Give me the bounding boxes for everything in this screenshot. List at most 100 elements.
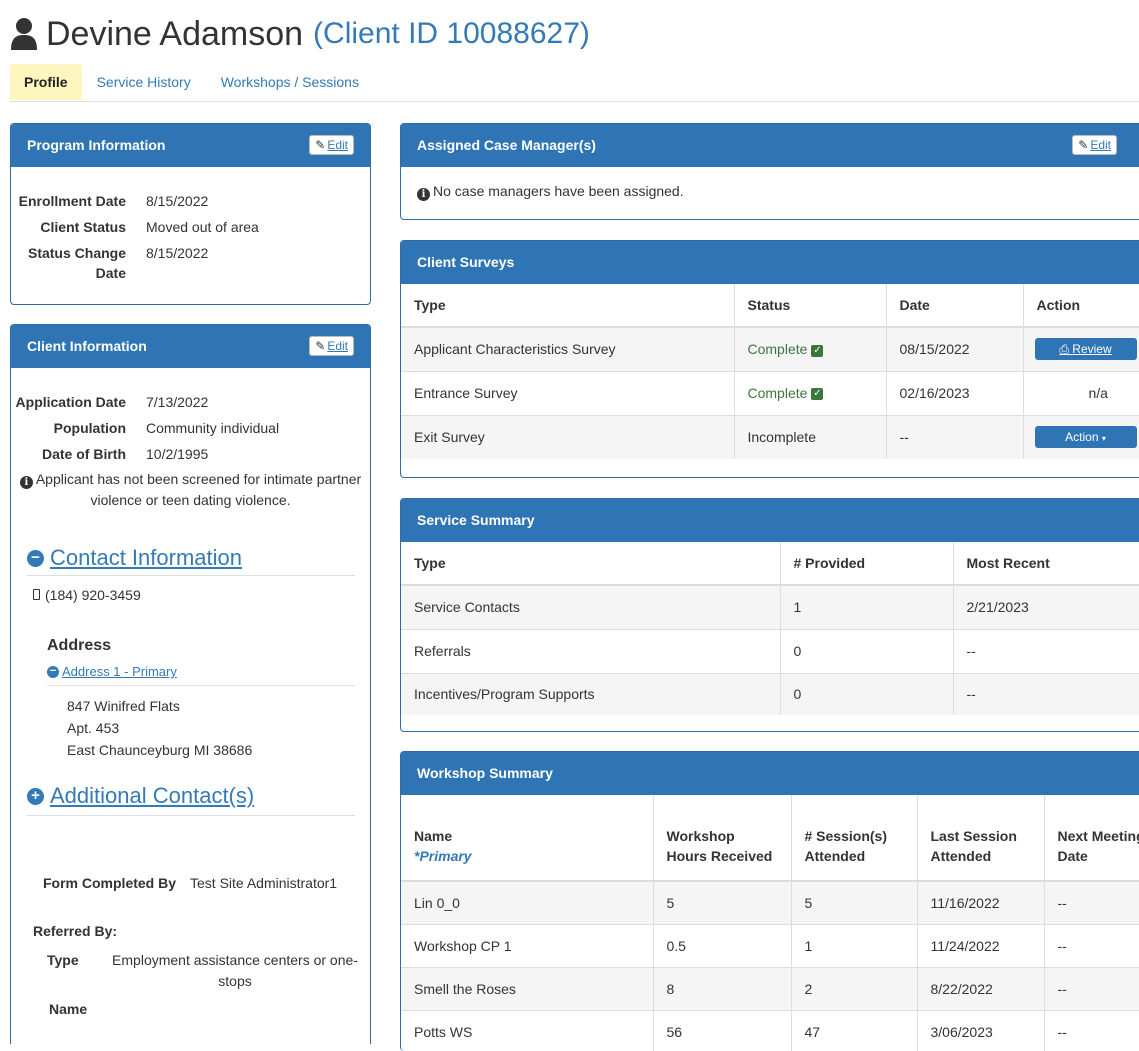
survey-type: Exit Survey (401, 414, 735, 459)
minus-circle-icon: − (47, 665, 59, 678)
service-type: Referrals (401, 628, 781, 673)
workshop-name: Workshop CP 1 (401, 923, 654, 967)
workshop-next: -- (1044, 966, 1139, 1010)
workshop-sessions: 2 (791, 966, 918, 1010)
field-label: Enrollment Date (18, 193, 126, 209)
tab-profile[interactable]: Profile (10, 64, 82, 100)
tab-service-history[interactable]: Service History (82, 64, 206, 100)
panel-title: Client Information (27, 338, 147, 354)
column-header: Name (414, 828, 453, 844)
info-circle-icon: i (417, 188, 430, 201)
column-header-name: Name *Primary (401, 795, 654, 882)
field-label: Date of Birth (42, 446, 126, 462)
workshop-hours: 56 (653, 1009, 792, 1051)
case-managers-notice: i No case managers have been assigned. (401, 167, 1139, 217)
plus-circle-icon: + (27, 787, 44, 805)
field-row: Application Date 7/13/2022 (11, 392, 370, 412)
address-line: Apt. 453 (67, 720, 120, 736)
workshop-next: -- (1044, 923, 1139, 967)
case-managers-panel: Assigned Case Manager(s) ✎ Edit i No case … (400, 123, 1139, 220)
review-label: Review (1072, 342, 1112, 357)
edit-label: Edit (327, 339, 348, 353)
column-header: Workshop Hours Received (653, 795, 792, 882)
action-label: Action (1065, 430, 1099, 445)
address-1-toggle[interactable]: − Address 1 - Primary (47, 664, 355, 679)
table-row: Exit Survey Incomplete -- Action ▾ (401, 414, 1139, 459)
phone-number: (184) 920-3459 (33, 587, 141, 603)
field-label: Client Status (40, 219, 126, 235)
workshop-next: -- (1044, 1009, 1139, 1051)
field-row: Enrollment Date 8/15/2022 (11, 191, 370, 211)
review-button[interactable]: ⎙ Review (1034, 338, 1137, 361)
notice-text: No case managers have been assigned. (433, 183, 684, 199)
edit-case-managers-button[interactable]: ✎ Edit (1072, 135, 1117, 155)
workshop-sessions: 47 (791, 1009, 918, 1051)
workshop-sessions: 1 (791, 923, 918, 967)
service-summary-panel: Service Summary Type # Provided Most Rec… (400, 498, 1139, 732)
column-header: # Provided (780, 542, 954, 586)
check-square-icon: ✓ (811, 388, 824, 401)
panel-title: Service Summary (417, 512, 535, 528)
survey-type: Applicant Characteristics Survey (401, 326, 735, 371)
survey-date: -- (886, 414, 1024, 459)
contact-information-toggle[interactable]: − Contact Information (27, 545, 355, 571)
survey-status: Complete ✓ (734, 326, 887, 371)
table-row: Incentives/Program Supports 0 -- (401, 672, 1139, 715)
survey-status: Complete ✓ (734, 370, 887, 415)
workshop-sessions: 5 (791, 880, 918, 924)
additional-heading: Additional Contact(s) (50, 783, 255, 808)
referred-name-label: Name (49, 1001, 88, 1017)
screening-notice: i Applicant has not been screened for int… (11, 469, 370, 511)
workshop-last: 11/24/2022 (917, 923, 1045, 967)
phone-value: (184) 920-3459 (45, 587, 141, 603)
minus-circle-icon: − (27, 549, 44, 567)
tab-workshops-sessions[interactable]: Workshops / Sessions (206, 64, 374, 100)
check-square-icon: ✓ (811, 344, 824, 357)
address-link: Address 1 - Primary (62, 664, 177, 679)
panel-heading: Program Information ✎ Edit (11, 124, 370, 167)
panel-title: Program Information (27, 137, 166, 153)
edit-program-button[interactable]: ✎ Edit (309, 135, 354, 155)
pencil-icon: ✎ (315, 339, 326, 353)
contact-heading: Contact Information (50, 545, 242, 570)
table-header-row: Name *Primary Workshop Hours Received # … (401, 795, 1139, 882)
workshop-hours: 0.5 (653, 923, 792, 967)
workshop-next: -- (1044, 880, 1139, 924)
column-header: Action (1023, 284, 1139, 328)
address-block: 847 Winifred Flats Apt. 453 East Chaunce… (67, 695, 252, 761)
field-row: Population Community individual (11, 418, 370, 438)
field-label: Status Change Date (27, 245, 126, 281)
column-header: # Session(s) Attended (791, 795, 918, 882)
service-summary-table: Type # Provided Most Recent Service Cont… (401, 542, 1139, 715)
client-information-panel: Client Information ✎ Edit Application Dat… (10, 324, 371, 1044)
panel-heading: Client Information ✎ Edit (11, 325, 370, 368)
service-provided: 0 (780, 672, 954, 715)
additional-contacts-toggle[interactable]: + Additional Contact(s) (27, 783, 355, 809)
survey-date: 08/15/2022 (886, 326, 1024, 371)
service-type: Incentives/Program Supports (401, 672, 781, 715)
workshop-name: Potts WS (401, 1009, 654, 1051)
workshop-summary-table: Name *Primary Workshop Hours Received # … (401, 795, 1139, 1051)
edit-client-button[interactable]: ✎ Edit (309, 336, 354, 356)
status-text: Complete (747, 385, 808, 401)
address-line: East Chaunceyburg MI 38686 (67, 742, 253, 758)
client-name: Devine Adamson (46, 14, 304, 53)
table-row: Service Contacts 1 2/21/2023 (401, 584, 1139, 629)
panel-title: Assigned Case Manager(s) (417, 137, 596, 153)
form-completed-by: Form Completed By Test Site Administrato… (43, 875, 337, 891)
panel-title: Client Surveys (417, 254, 515, 270)
service-recent: 2/21/2023 (953, 584, 1139, 629)
field-row: Status Change Date 8/15/2022 (11, 243, 370, 283)
workshop-hours: 5 (653, 880, 792, 924)
address-line: 847 Winifred Flats (67, 698, 180, 714)
survey-status: Incomplete (734, 414, 887, 459)
column-header: Type (401, 542, 781, 586)
survey-action: ⎙ Review (1023, 326, 1139, 371)
action-dropdown-button[interactable]: Action ▾ (1034, 426, 1137, 449)
column-header: Date (886, 284, 1024, 328)
client-surveys-table: Type Status Date Action Applicant Charac… (401, 284, 1139, 459)
field-value: 8/15/2022 (146, 193, 209, 209)
field-value: 8/15/2022 (146, 245, 209, 261)
table-row: Lin 0_0 5 5 11/16/2022 -- (401, 880, 1139, 924)
table-row: Workshop CP 1 0.5 1 11/24/2022 -- (401, 923, 1139, 967)
